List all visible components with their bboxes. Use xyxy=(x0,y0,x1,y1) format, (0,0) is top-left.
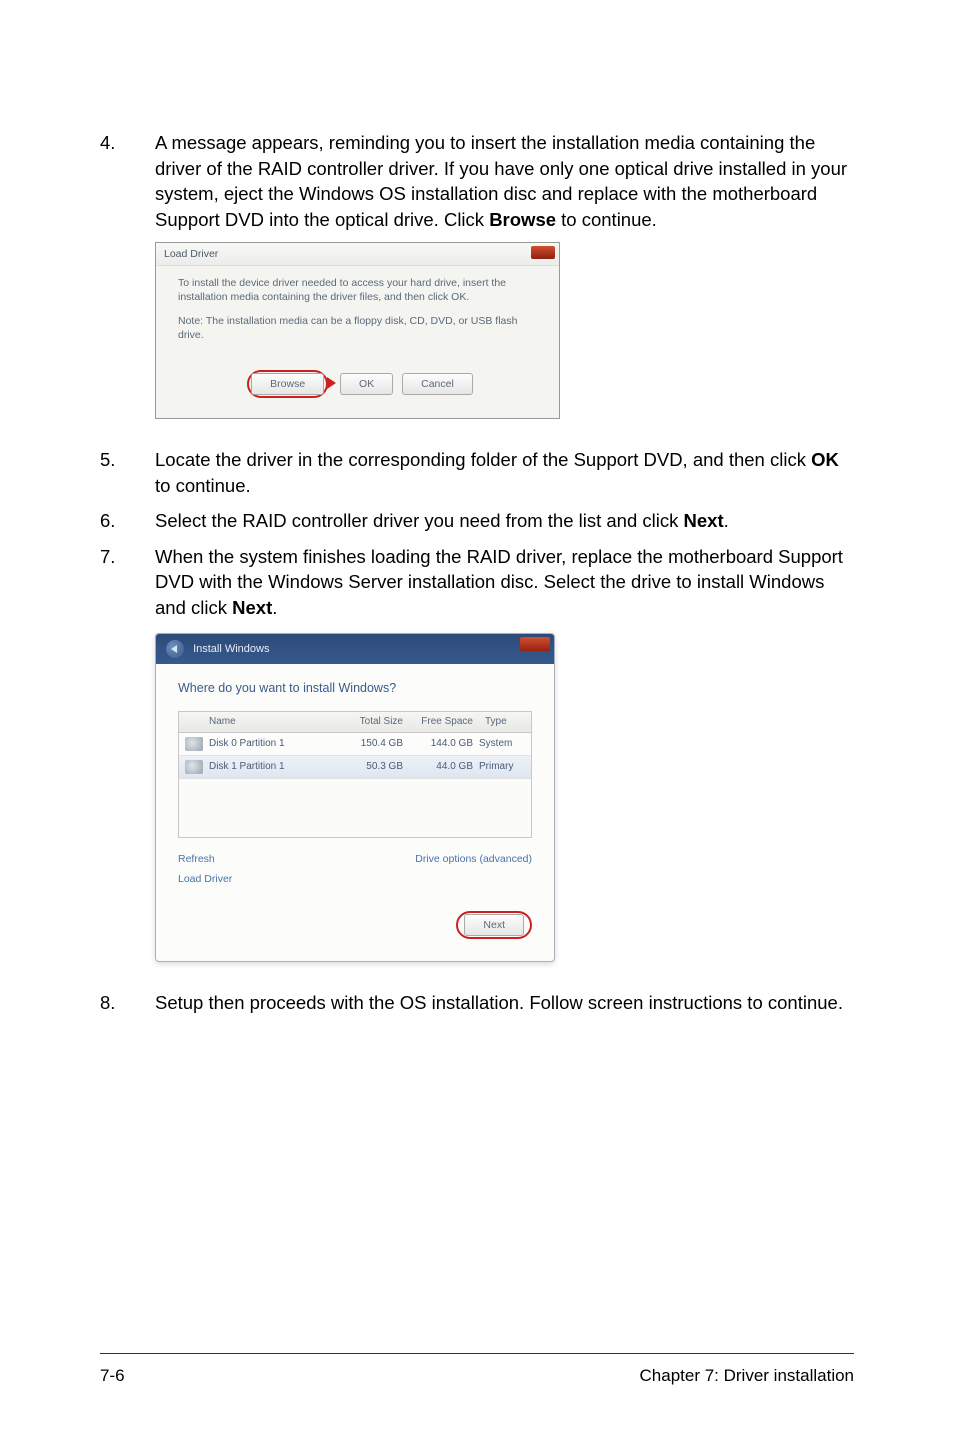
load-driver-dialog: Load Driver To install the device driver… xyxy=(155,242,560,419)
partition-table: Name Total Size Free Space Type Disk 0 P… xyxy=(178,711,532,838)
step-text: Locate the driver in the corresponding f… xyxy=(155,447,854,498)
next-highlight: Next xyxy=(456,911,532,939)
row-tp: Primary xyxy=(473,760,525,774)
step-7: 7. When the system finishes loading the … xyxy=(100,544,854,621)
col-freespace: Free Space xyxy=(409,712,479,732)
browse-highlight: Browse xyxy=(247,370,328,398)
step-number: 8. xyxy=(100,990,155,1016)
install-windows-dialog: Install Windows Where do you want to ins… xyxy=(155,633,555,963)
table-row[interactable]: Disk 0 Partition 1 150.4 GB 144.0 GB Sys… xyxy=(179,733,531,756)
page-content: 4. A message appears, reminding you to i… xyxy=(100,130,854,1016)
next-button-row: Next xyxy=(178,911,532,939)
dialog-message: To install the device driver needed to a… xyxy=(178,276,545,304)
browse-button[interactable]: Browse xyxy=(251,373,324,395)
dialog2-question: Where do you want to install Windows? xyxy=(178,680,532,697)
load-driver-link[interactable]: Load Driver xyxy=(178,872,532,886)
step-5-bold: OK xyxy=(811,449,839,470)
page-number: 7-6 xyxy=(100,1366,125,1386)
arrow-icon xyxy=(327,377,336,389)
step-4-bold: Browse xyxy=(489,209,556,230)
step-8: 8. Setup then proceeds with the OS insta… xyxy=(100,990,854,1016)
table-row[interactable]: Disk 1 Partition 1 50.3 GB 44.0 GB Prima… xyxy=(179,756,531,779)
table-header: Name Total Size Free Space Type xyxy=(179,712,531,733)
row-name: Disk 0 Partition 1 xyxy=(209,737,341,751)
row-fs: 44.0 GB xyxy=(403,760,473,774)
row-fs: 144.0 GB xyxy=(403,737,473,751)
ok-button[interactable]: OK xyxy=(340,373,393,395)
chapter-title: Chapter 7: Driver installation xyxy=(640,1366,854,1386)
table-empty xyxy=(179,779,531,837)
dialog-note: Note: The installation media can be a fl… xyxy=(178,314,545,342)
row-ts: 50.3 GB xyxy=(341,760,403,774)
dialog2-title: Install Windows xyxy=(193,642,269,654)
step-5: 5. Locate the driver in the correspondin… xyxy=(100,447,854,498)
step-6-bold: Next xyxy=(684,510,724,531)
row-tp: System xyxy=(473,737,525,751)
dialog-button-row: Browse OK Cancel xyxy=(178,370,545,408)
refresh-link[interactable]: Refresh xyxy=(178,852,215,866)
step-5-text-b: to continue. xyxy=(155,475,251,496)
step-8-text: Setup then proceeds with the OS installa… xyxy=(155,992,843,1013)
step-number: 7. xyxy=(100,544,155,621)
col-totalsize: Total Size xyxy=(347,712,409,732)
drive-icon xyxy=(185,760,203,774)
step-6: 6. Select the RAID controller driver you… xyxy=(100,508,854,534)
step-text: A message appears, reminding you to inse… xyxy=(155,130,854,232)
dialog-title: Load Driver xyxy=(164,248,218,260)
row-name: Disk 1 Partition 1 xyxy=(209,760,341,774)
step-4: 4. A message appears, reminding you to i… xyxy=(100,130,854,232)
drive-icon xyxy=(185,737,203,751)
step-number: 6. xyxy=(100,508,155,534)
step-text: When the system finishes loading the RAI… xyxy=(155,544,854,621)
dialog2-titlebar: Install Windows xyxy=(156,634,554,664)
back-icon[interactable] xyxy=(166,640,184,658)
close-icon[interactable] xyxy=(520,637,550,651)
step-7-text-b: . xyxy=(272,597,277,618)
cancel-button[interactable]: Cancel xyxy=(402,373,473,395)
step-7-bold: Next xyxy=(232,597,272,618)
dialog2-links: Refresh Drive options (advanced) xyxy=(178,852,532,866)
dialog-titlebar: Load Driver xyxy=(156,243,559,265)
step-4-text-b: to continue. xyxy=(556,209,657,230)
advanced-link[interactable]: Drive options (advanced) xyxy=(415,852,532,866)
row-ts: 150.4 GB xyxy=(341,737,403,751)
step-number: 5. xyxy=(100,447,155,498)
step-5-text-a: Locate the driver in the corresponding f… xyxy=(155,449,811,470)
close-icon[interactable] xyxy=(531,246,555,259)
step-text: Setup then proceeds with the OS installa… xyxy=(155,990,854,1016)
next-button[interactable]: Next xyxy=(464,914,524,936)
col-name: Name xyxy=(203,712,347,732)
step-number: 4. xyxy=(100,130,155,232)
col-type: Type xyxy=(479,712,531,732)
page-footer: 7-6 Chapter 7: Driver installation xyxy=(100,1353,854,1386)
step-text: Select the RAID controller driver you ne… xyxy=(155,508,854,534)
step-6-text-a: Select the RAID controller driver you ne… xyxy=(155,510,684,531)
step-6-text-b: . xyxy=(724,510,729,531)
